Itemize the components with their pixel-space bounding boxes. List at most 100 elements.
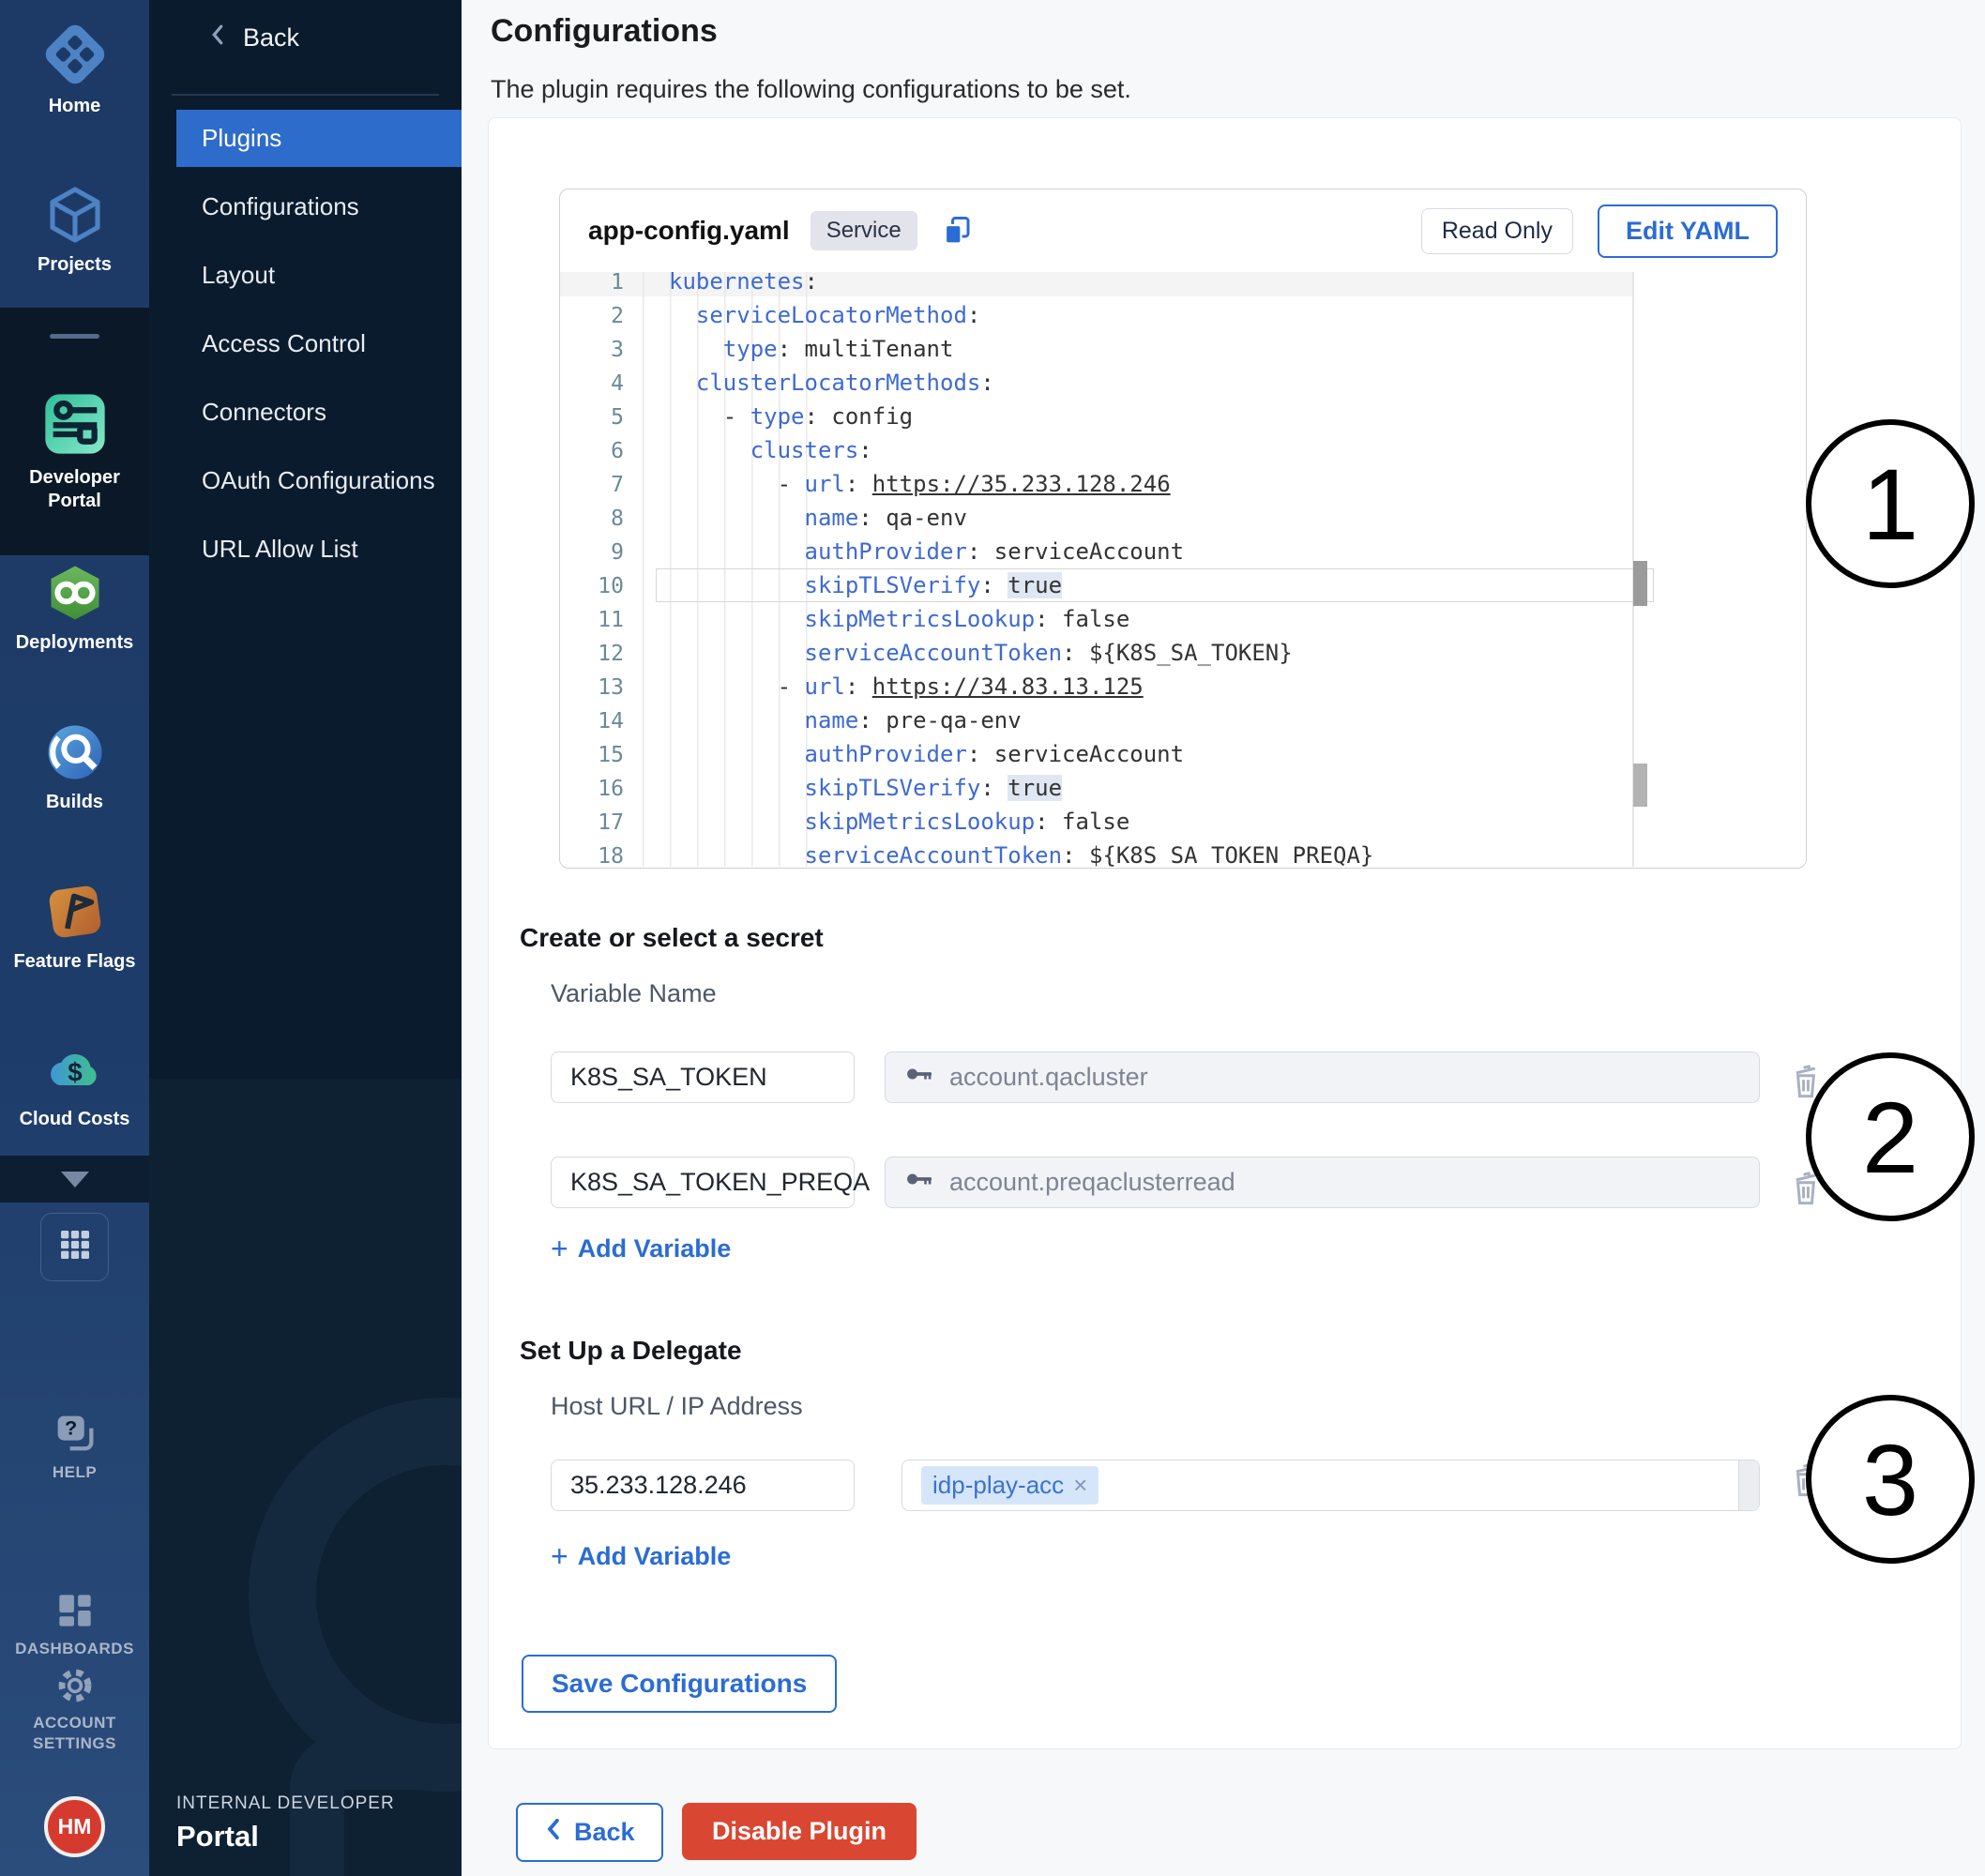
line-number: 4 — [560, 367, 624, 401]
developer-portal-icon — [38, 449, 113, 465]
code-line-8[interactable]: 8 name: qa-env — [560, 501, 1806, 535]
variable-name-input-1[interactable]: K8S_SA_TOKEN — [551, 1051, 855, 1103]
read-only-pill: Read Only — [1421, 208, 1573, 254]
nav-home-label: Home — [0, 95, 149, 118]
back-button-label: Back — [574, 1818, 635, 1847]
line-number: 1 — [560, 272, 624, 299]
edit-yaml-button[interactable]: Edit YAML — [1598, 204, 1778, 258]
svg-text:$: $ — [68, 1058, 82, 1087]
back-nav[interactable]: Back — [205, 21, 299, 55]
code-line-13[interactable]: 13 - url: https://34.83.13.125 — [560, 670, 1806, 704]
nav-cloud-costs[interactable]: $ Cloud Costs — [0, 1037, 149, 1131]
secret-value-2: account.preqaclusterread — [949, 1168, 1235, 1197]
code-line-16[interactable]: 16 skipTLSVerify: true — [560, 771, 1806, 805]
nav-home[interactable]: Home — [0, 19, 149, 118]
feature-flags-icon — [41, 933, 109, 949]
sidebar-item-access-control[interactable]: Access Control — [176, 315, 462, 372]
chevron-left-icon — [544, 1817, 563, 1848]
code-line-14[interactable]: 14 name: pre-qa-env — [560, 704, 1806, 737]
annotation-circle-1: 1 — [1806, 419, 1975, 588]
save-configurations-button[interactable]: Save Configurations — [522, 1655, 837, 1713]
code-line-17[interactable]: 17 skipMetricsLookup: false — [560, 805, 1806, 839]
line-number: 5 — [560, 401, 624, 434]
nav-cloud-costs-label: Cloud Costs — [0, 1108, 149, 1131]
module-sidebar: Back Plugins Configurations Layout Acces… — [149, 0, 462, 1876]
left-nav-rail: Home Projects Developer Portal Deploymen… — [0, 0, 149, 1876]
code-line-12[interactable]: 12 serviceAccountToken: ${K8S_SA_TOKEN} — [560, 636, 1806, 670]
nav-deployments[interactable]: Deployments — [0, 559, 149, 655]
code-line-3[interactable]: 3 type: multiTenant — [560, 332, 1806, 366]
page-subtitle: The plugin requires the following config… — [491, 75, 1131, 104]
code-line-2[interactable]: 2 serviceLocatorMethod: — [560, 298, 1806, 332]
nav-feature-flags[interactable]: Feature Flags — [0, 878, 149, 974]
code-line-7[interactable]: 7 - url: https://35.233.128.246 — [560, 467, 1806, 501]
nav-help-label: HELP — [0, 1462, 149, 1483]
nav-dashboards-label: DASHBOARDS — [0, 1639, 149, 1659]
module-selector-button[interactable] — [40, 1213, 109, 1281]
host-url-value: 35.233.128.246 — [570, 1471, 747, 1500]
nav-projects[interactable]: Projects — [0, 181, 149, 277]
sidebar-item-url-allow-list[interactable]: URL Allow List — [176, 521, 462, 578]
sidebar-item-oauth-configurations[interactable]: OAuth Configurations — [176, 452, 462, 509]
harness-logo-icon — [39, 78, 111, 94]
main-content: Configurations The plugin requires the f… — [462, 0, 1985, 1876]
copy-icon[interactable] — [940, 214, 974, 248]
product-brand: INTERNAL DEVELOPER Portal — [176, 1793, 395, 1853]
secret-select-1[interactable]: account.qacluster — [885, 1051, 1760, 1103]
code-line-5[interactable]: 5 - type: config — [560, 400, 1806, 433]
remove-tag-icon[interactable]: × — [1073, 1471, 1087, 1500]
apps-grid-icon — [56, 1226, 94, 1268]
add-variable-label: Add Variable — [578, 1542, 732, 1571]
nav-account-settings[interactable]: ACCOUNT SETTINGS — [0, 1663, 149, 1754]
dashboards-icon — [52, 1622, 98, 1638]
deployments-icon — [41, 614, 109, 630]
code-line-1[interactable]: 1kubernetes: — [560, 272, 1806, 298]
sidebar-item-plugins[interactable]: Plugins — [176, 110, 462, 167]
code-line-4[interactable]: 4 clusterLocatorMethods: — [560, 366, 1806, 400]
code-line-6[interactable]: 6 clusters: — [560, 433, 1806, 467]
nav-builds[interactable]: Builds — [0, 719, 149, 814]
add-variable-link-delegate[interactable]: + Add Variable — [551, 1542, 731, 1571]
code-line-11[interactable]: 11 skipMetricsLookup: false — [560, 602, 1806, 636]
line-number: 15 — [560, 738, 624, 772]
delegate-tags-input[interactable]: idp-play-acc × — [902, 1460, 1760, 1511]
line-number: 3 — [560, 333, 624, 367]
line-number: 13 — [560, 671, 624, 704]
yaml-filename: app-config.yaml — [588, 216, 790, 246]
scrollbar-mark-line10[interactable] — [1633, 561, 1647, 606]
brand-small-label: INTERNAL DEVELOPER — [176, 1793, 395, 1814]
tags-input-endcap — [1738, 1460, 1759, 1510]
yaml-code-area[interactable]: 1kubernetes:2 serviceLocatorMethod:3 typ… — [560, 272, 1806, 867]
key-icon — [904, 1063, 936, 1092]
secret-select-2[interactable]: account.preqaclusterread — [885, 1157, 1760, 1208]
line-number: 14 — [560, 704, 624, 738]
sidebar-item-connectors[interactable]: Connectors — [176, 384, 462, 441]
variable-name-input-2[interactable]: K8S_SA_TOKEN_PREQA — [551, 1157, 855, 1208]
chevron-down-icon — [61, 1172, 89, 1188]
add-variable-link-secret[interactable]: + Add Variable — [551, 1234, 731, 1263]
line-number: 9 — [560, 536, 624, 569]
host-url-input[interactable]: 35.233.128.246 — [551, 1460, 855, 1511]
variable-name-value-1: K8S_SA_TOKEN — [570, 1063, 767, 1092]
plus-icon: + — [551, 1236, 568, 1262]
sidebar-item-configurations[interactable]: Configurations — [176, 178, 462, 235]
key-icon — [904, 1168, 936, 1197]
sidebar-item-layout[interactable]: Layout — [176, 247, 462, 304]
code-line-10[interactable]: 10 skipTLSVerify: true — [560, 568, 1806, 602]
code-line-18[interactable]: 18 serviceAccountToken: ${K8S_SA_TOKEN_P… — [560, 839, 1806, 867]
host-url-label: Host URL / IP Address — [551, 1392, 803, 1421]
code-line-9[interactable]: 9 authProvider: serviceAccount — [560, 535, 1806, 568]
user-avatar[interactable]: HM — [44, 1796, 105, 1857]
nav-collapse-strip[interactable] — [0, 1156, 149, 1203]
line-number: 7 — [560, 468, 624, 502]
disable-plugin-button[interactable]: Disable Plugin — [682, 1803, 917, 1860]
code-line-15[interactable]: 15 authProvider: serviceAccount — [560, 737, 1806, 771]
nav-deployments-label: Deployments — [0, 631, 149, 655]
nav-developer-portal[interactable]: Developer Portal — [0, 386, 149, 513]
back-button[interactable]: Back — [516, 1803, 663, 1862]
nav-dashboards[interactable]: DASHBOARDS — [0, 1587, 149, 1659]
scrollbar-mark-line16[interactable] — [1633, 764, 1647, 807]
nav-help[interactable]: ? HELP — [0, 1409, 149, 1483]
cloud-costs-icon: $ — [42, 1091, 108, 1107]
line-number: 17 — [560, 806, 624, 840]
